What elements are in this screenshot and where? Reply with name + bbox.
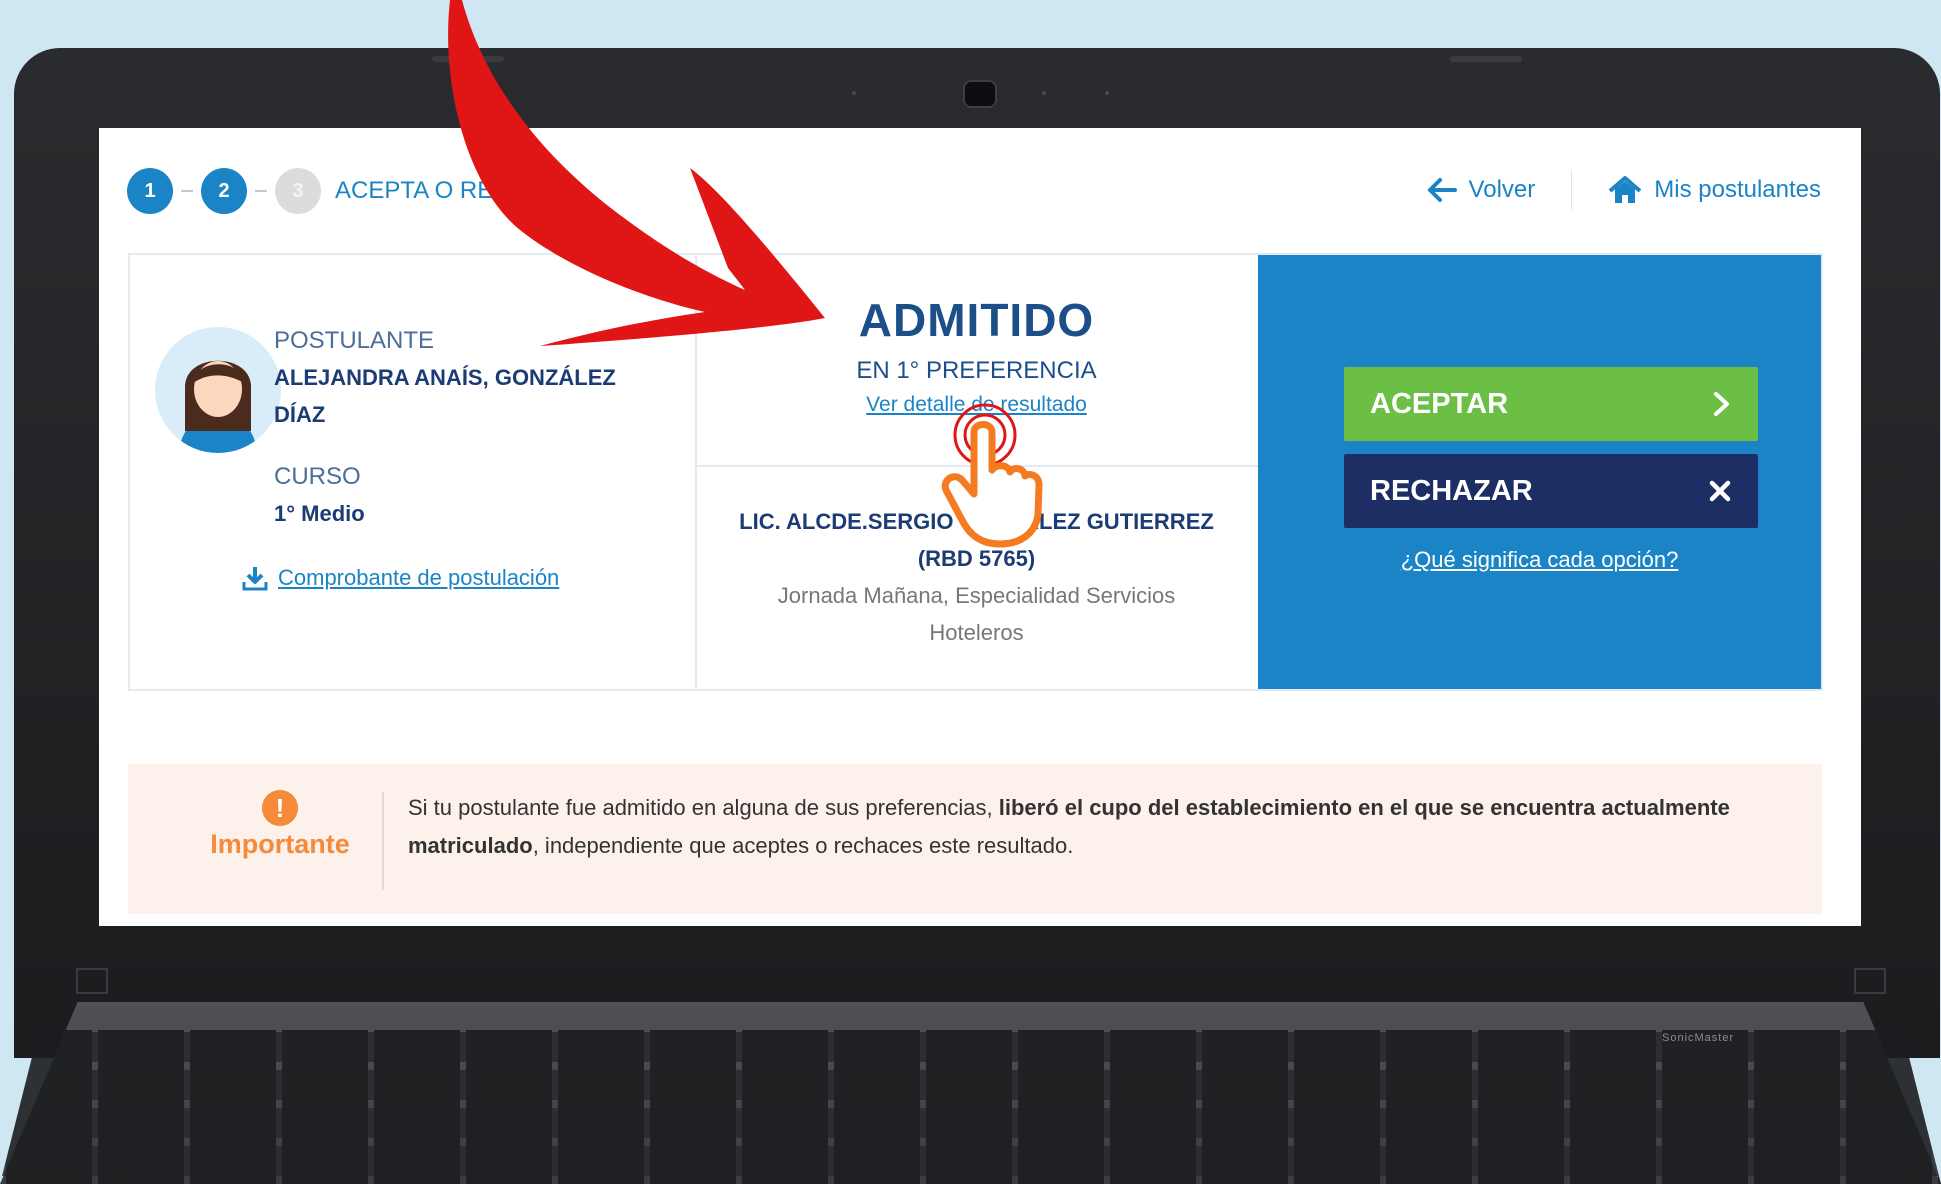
result-status-box: ADMITIDO EN 1° PREFERENCIA Ver detalle d… bbox=[695, 255, 1258, 467]
result-card: POSTULANTE ALEJANDRA ANAÍS, GONZÁLEZ DÍA… bbox=[128, 253, 1823, 691]
receipt-link[interactable]: Comprobante de postulación bbox=[242, 565, 559, 591]
applicant-panel: POSTULANTE ALEJANDRA ANAÍS, GONZÁLEZ DÍA… bbox=[130, 255, 697, 689]
bezel-notch bbox=[1450, 56, 1522, 62]
result-status: ADMITIDO bbox=[858, 294, 1095, 346]
school-name-line1: LIC. ALCDE.SERGIO GONZALEZ GUTIERREZ bbox=[739, 509, 1214, 534]
reject-button[interactable]: RECHAZAR bbox=[1344, 454, 1758, 528]
applicant-name-line2: DÍAZ bbox=[274, 402, 326, 427]
arrow-left-icon bbox=[1427, 178, 1457, 202]
school-rbd: (RBD 5765) bbox=[917, 546, 1036, 571]
progress-steps: 1 2 3 ACEPTA O RECHAZA bbox=[127, 168, 575, 214]
download-icon bbox=[242, 567, 268, 591]
back-link[interactable]: Volver bbox=[1427, 176, 1536, 204]
notice-title: Importante bbox=[210, 829, 350, 859]
brand-sonicmaster: SonicMaster bbox=[1662, 1032, 1735, 1044]
screen: 1 2 3 ACEPTA O RECHAZA Volver Mis postul… bbox=[99, 128, 1861, 926]
step-2: 2 bbox=[201, 168, 247, 214]
hinge bbox=[1854, 968, 1886, 994]
keyboard-keys bbox=[0, 1030, 1941, 1184]
exclamation-icon: ! bbox=[262, 790, 298, 826]
nav-divider bbox=[1571, 170, 1573, 210]
step-3: 3 bbox=[275, 168, 321, 214]
step-connector bbox=[255, 190, 267, 192]
webcam bbox=[963, 80, 997, 108]
bezel-notch bbox=[432, 56, 504, 62]
accept-label: ACEPTAR bbox=[1370, 387, 1509, 420]
step-1: 1 bbox=[127, 168, 173, 214]
notice-text-part2: , independiente que aceptes o rechaces e… bbox=[532, 833, 1074, 858]
school-info-line1: Jornada Mañana, Especialidad Servicios bbox=[777, 583, 1176, 608]
important-notice: ! Importante Si tu postulante fue admiti… bbox=[128, 764, 1822, 914]
applicant-name-line1: ALEJANDRA ANAÍS, GONZÁLEZ bbox=[274, 365, 616, 390]
camera-dot bbox=[852, 91, 856, 95]
home-icon bbox=[1608, 176, 1642, 203]
result-preference: EN 1° PREFERENCIA bbox=[856, 357, 1097, 384]
school-info-line2: Hoteleros bbox=[929, 620, 1024, 645]
accept-button[interactable]: ACEPTAR bbox=[1344, 367, 1758, 441]
hinge bbox=[76, 968, 108, 994]
course-value: 1° Medio bbox=[274, 501, 365, 526]
close-icon bbox=[1709, 480, 1731, 502]
home-label: Mis postulantes bbox=[1654, 176, 1821, 203]
camera-dot bbox=[1042, 91, 1046, 95]
camera-dot bbox=[1105, 91, 1109, 95]
applicant-label: POSTULANTE bbox=[274, 327, 435, 354]
top-nav: Volver Mis postulantes bbox=[1427, 170, 1821, 210]
result-panel: ADMITIDO EN 1° PREFERENCIA Ver detalle d… bbox=[695, 255, 1260, 689]
notice-text: Si tu postulante fue admitido en alguna … bbox=[408, 789, 1738, 865]
step-connector bbox=[181, 190, 193, 192]
notice-text-part1: Si tu postulante fue admitido en alguna … bbox=[408, 795, 999, 820]
receipt-link-label: Comprobante de postulación bbox=[278, 565, 560, 590]
options-help-link[interactable]: ¿Qué significa cada opción? bbox=[1258, 547, 1821, 573]
back-label: Volver bbox=[1468, 176, 1536, 203]
notice-divider bbox=[382, 792, 384, 890]
reject-label: RECHAZAR bbox=[1370, 474, 1533, 507]
home-link[interactable]: Mis postulantes bbox=[1608, 176, 1821, 204]
course-label: CURSO bbox=[274, 463, 361, 490]
actions-panel: ACEPTAR RECHAZAR ¿Qué significa cada opc… bbox=[1258, 255, 1821, 689]
result-detail-link[interactable]: Ver detalle de resultado bbox=[695, 393, 1258, 417]
step-label: ACEPTA O RECHAZA bbox=[335, 177, 575, 204]
school-info: Jornada Mañana, Especialidad Servicios H… bbox=[725, 577, 1228, 651]
avatar bbox=[155, 327, 281, 453]
school-name: LIC. ALCDE.SERGIO GONZALEZ GUTIERREZ (RB… bbox=[695, 503, 1258, 577]
chevron-right-icon bbox=[1714, 392, 1729, 416]
